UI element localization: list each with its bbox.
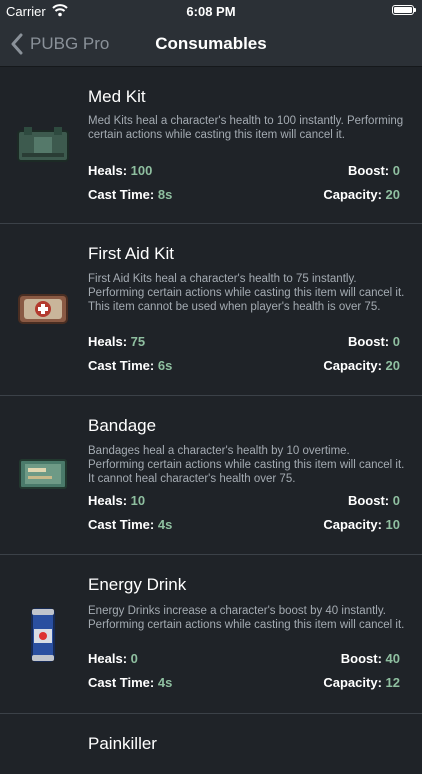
boost-label: Boost: (347, 493, 390, 508)
boost-label: Boost: (347, 163, 390, 178)
stat-row-cast-capacity: Cast Time: 4s Capacity: 12 (88, 675, 400, 693)
boost-value: 0 (392, 493, 400, 508)
boost-label: Boost: (347, 334, 390, 349)
boost-value: 0 (392, 334, 400, 349)
status-bar: Carrier 6:08 PM (0, 0, 422, 22)
capacity-value: 10 (385, 517, 400, 532)
cast-time-label: Cast Time: (88, 187, 155, 202)
list-item[interactable]: Energy Drink Energy Drinks increase a ch… (0, 555, 422, 714)
heals-label: Heals: (88, 163, 128, 178)
item-name: First Aid Kit (88, 244, 174, 263)
cast-time-value: 4s (157, 517, 173, 532)
item-description: Med Kits heal a character's health to 10… (88, 115, 404, 141)
heals-label: Heals: (88, 651, 128, 666)
item-description: Energy Drinks increase a character's boo… (88, 605, 405, 631)
cast-time-label: Cast Time: (88, 675, 155, 690)
heals-value: 0 (130, 651, 138, 666)
boost-label: Boost: (340, 651, 382, 666)
capacity-value: 20 (385, 358, 400, 373)
capacity-label: Capacity: (323, 675, 382, 690)
consumables-list: Med Kit Med Kits heal a character's heal… (0, 67, 422, 774)
med-kit-icon (17, 127, 69, 162)
cast-time-label: Cast Time: (88, 517, 155, 532)
cast-time-value: 8s (157, 187, 173, 202)
bandage-icon (19, 459, 67, 489)
heals-label: Heals: (88, 334, 128, 349)
list-item[interactable]: Bandage Bandages heal a character's heal… (0, 396, 422, 555)
item-description: Bandages heal a character's health by 10… (88, 445, 405, 485)
cast-time-value: 6s (157, 358, 173, 373)
cast-time-value: 4s (157, 675, 173, 690)
capacity-value: 12 (385, 675, 400, 690)
heals-value: 100 (130, 163, 153, 178)
capacity-label: Capacity: (323, 358, 382, 373)
item-name: Energy Drink (88, 575, 187, 594)
first-aid-kit-icon (18, 294, 68, 324)
stat-row-heals-boost: Heals: 0 Boost: 40 (88, 651, 400, 669)
stat-row-heals-boost: Heals: 75 Boost: 0 (88, 334, 400, 352)
list-item[interactable]: Painkiller (0, 714, 422, 774)
clock: 6:08 PM (186, 4, 236, 19)
energy-drink-icon (31, 608, 55, 662)
battery-icon (392, 5, 416, 15)
boost-value: 0 (392, 163, 400, 178)
capacity-label: Capacity: (323, 517, 382, 532)
cast-time-label: Cast Time: (88, 358, 155, 373)
heals-value: 10 (130, 493, 146, 508)
stat-row-heals-boost: Heals: 10 Boost: 0 (88, 493, 400, 511)
list-item[interactable]: Med Kit Med Kits heal a character's heal… (0, 67, 422, 224)
capacity-label: Capacity: (323, 187, 382, 202)
boost-value: 40 (385, 651, 400, 666)
item-name: Bandage (88, 416, 157, 435)
stat-row-cast-capacity: Cast Time: 8s Capacity: 20 (88, 187, 400, 205)
heals-value: 75 (130, 334, 146, 349)
item-description: First Aid Kits heal a character's health… (88, 273, 405, 313)
page-title: Consumables (155, 34, 267, 53)
stat-row-cast-capacity: Cast Time: 4s Capacity: 10 (88, 517, 400, 535)
heals-label: Heals: (88, 493, 128, 508)
navigation-bar: PUBG Pro Consumables (0, 22, 422, 67)
stat-row-cast-capacity: Cast Time: 6s Capacity: 20 (88, 358, 400, 376)
item-name: Med Kit (88, 87, 146, 106)
capacity-value: 20 (385, 187, 400, 202)
item-name: Painkiller (88, 734, 157, 753)
list-item[interactable]: First Aid Kit First Aid Kits heal a char… (0, 224, 422, 396)
stat-row-heals-boost: Heals: 100 Boost: 0 (88, 163, 400, 181)
